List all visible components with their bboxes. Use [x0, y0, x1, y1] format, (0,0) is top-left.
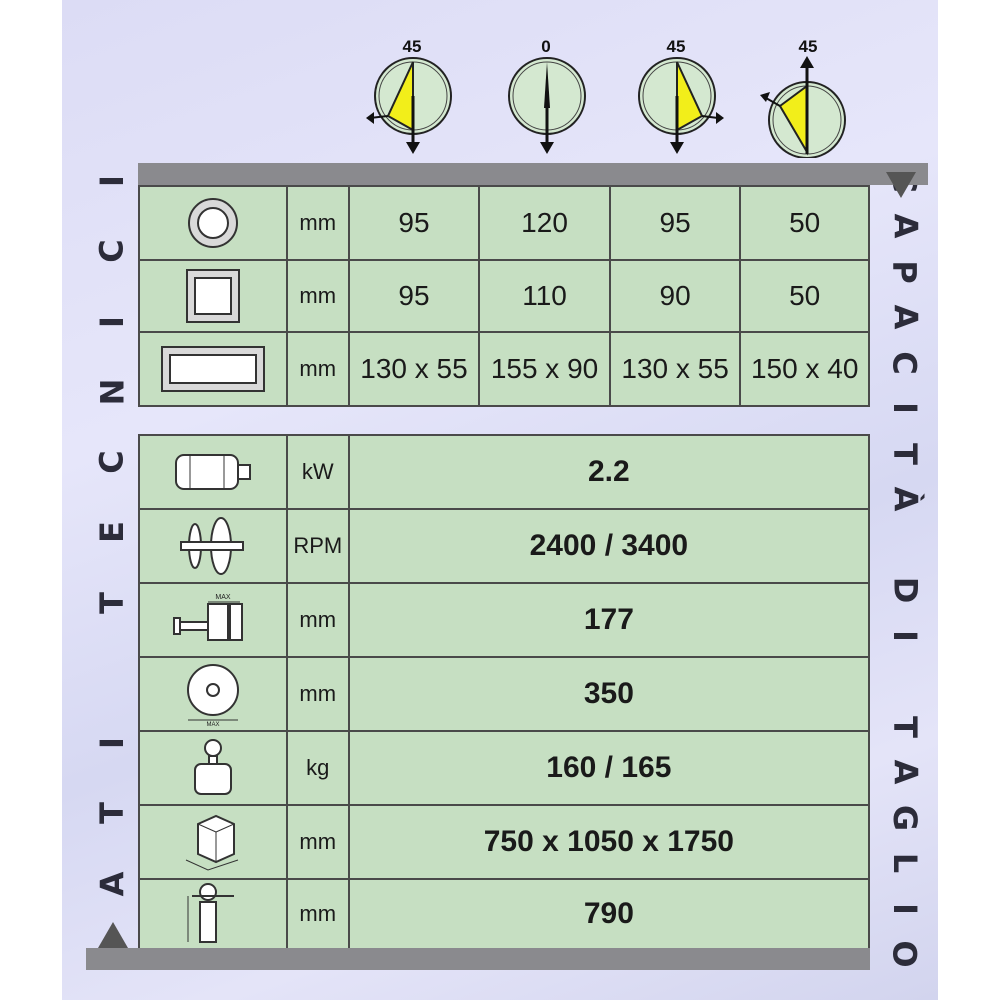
motor-icon [138, 434, 288, 510]
vice-opening-icon: MAX [138, 582, 288, 658]
working-height-icon [138, 878, 288, 950]
unit-label: mm [285, 656, 350, 732]
max-label: MAX [206, 722, 219, 726]
angle-dial-tilt-45: 45 [752, 37, 852, 163]
title-letter: I [886, 902, 924, 915]
table-row: kg 160 / 165 [138, 730, 871, 806]
angle-label: 45 [403, 38, 422, 56]
title-letter: A [885, 305, 924, 330]
title-letter: L [885, 852, 924, 874]
left-vertical-title: ICINCET ITAD [92, 165, 132, 970]
value-cell: 90 [608, 259, 742, 333]
value-cell: 150 x 40 [739, 331, 870, 407]
table-row: MAX mm 177 [138, 582, 871, 658]
unit-label: kg [285, 730, 350, 806]
title-letter [96, 667, 128, 678]
down-triangle-icon [886, 172, 916, 198]
angle-dial-right-45: 45 [622, 37, 732, 163]
max-label: MAX [215, 594, 231, 601]
title-letter: T [92, 802, 131, 825]
cutting-capacity-table: mm 95 120 95 50 mm 95 110 90 50 mm 130 x… [138, 185, 870, 407]
title-letter: C [92, 450, 131, 474]
unit-label: mm [285, 185, 350, 261]
title-letter: C [92, 239, 131, 264]
unit-label: mm [285, 259, 350, 333]
title-letter: E [92, 521, 131, 544]
value-cell: 790 [347, 878, 871, 950]
angle-label: 0 [541, 38, 550, 56]
value-cell: 130 x 55 [608, 331, 742, 407]
title-letter: N [93, 378, 131, 406]
value-cell: 130 x 55 [347, 331, 481, 407]
rectangular-section-icon [138, 331, 288, 407]
value-cell: 110 [478, 259, 611, 333]
angle-dial-left-45: 45 [358, 37, 458, 163]
table-row: mm 95 120 95 50 [138, 185, 870, 261]
value-cell: 750 x 1050 x 1750 [347, 804, 871, 880]
title-letter: G [885, 804, 924, 831]
unit-label: mm [285, 331, 350, 407]
title-letter: D [886, 576, 924, 604]
value-cell: 2.2 [347, 434, 871, 510]
value-cell: 350 [347, 656, 871, 732]
unit-label: RPM [285, 508, 350, 584]
technical-data-table: kW 2.2 RPM 2400 / 3400 MAX mm 177 MAX mm… [138, 434, 871, 950]
right-vertical-title: CAPACITÀ DI TAGLIO [885, 165, 925, 970]
title-letter: T [92, 591, 131, 614]
value-cell: 177 [347, 582, 871, 658]
title-letter: A [885, 759, 924, 785]
title-letter: I [886, 402, 924, 415]
table-row: kW 2.2 [138, 434, 871, 510]
square-section-icon [138, 259, 288, 333]
table-row: RPM 2400 / 3400 [138, 508, 871, 584]
title-letter: T [885, 442, 924, 465]
weight-icon [138, 730, 288, 806]
title-letter: I [93, 175, 131, 187]
table-row: mm 130 x 55 155 x 90 130 x 55 150 x 40 [138, 331, 870, 407]
table-row: mm 95 110 90 50 [138, 259, 870, 333]
unit-label: mm [285, 878, 350, 950]
blade-speed-icon [138, 508, 288, 584]
title-letter: I [93, 315, 131, 328]
value-cell: 95 [608, 185, 742, 261]
table-row: mm 750 x 1050 x 1750 [138, 804, 871, 880]
table-row: MAX mm 350 [138, 656, 871, 732]
title-letter: C [885, 351, 924, 375]
value-cell: 95 [347, 259, 481, 333]
angle-dial-0: 0 [492, 37, 592, 163]
title-letter: T [885, 715, 924, 738]
title-letter [889, 539, 921, 550]
value-cell: 120 [478, 185, 611, 261]
title-letter: À [885, 486, 924, 512]
angle-label: 45 [799, 38, 818, 56]
title-letter: I [886, 629, 924, 642]
value-cell: 50 [739, 185, 870, 261]
value-cell: 2400 / 3400 [347, 508, 871, 584]
dimensions-icon [138, 804, 288, 880]
title-letter: I [93, 737, 131, 750]
up-triangle-icon [98, 922, 128, 948]
value-cell: 50 [739, 259, 870, 333]
title-letter: P [885, 260, 924, 284]
round-section-icon [138, 185, 288, 261]
table-row: mm 790 [138, 878, 871, 950]
unit-label: kW [285, 434, 350, 510]
value-cell: 160 / 165 [347, 730, 871, 806]
title-letter: A [92, 871, 131, 897]
unit-label: mm [285, 804, 350, 880]
value-cell: 95 [347, 185, 481, 261]
blade-diameter-icon: MAX [138, 656, 288, 732]
unit-label: mm [285, 582, 350, 658]
title-letter: O [885, 940, 924, 968]
title-letter: A [885, 214, 924, 239]
value-cell: 155 x 90 [478, 331, 611, 407]
bottom-divider-bar [86, 948, 870, 970]
title-letter [889, 676, 921, 687]
top-divider-bar [138, 163, 928, 185]
angle-label: 45 [667, 38, 686, 56]
